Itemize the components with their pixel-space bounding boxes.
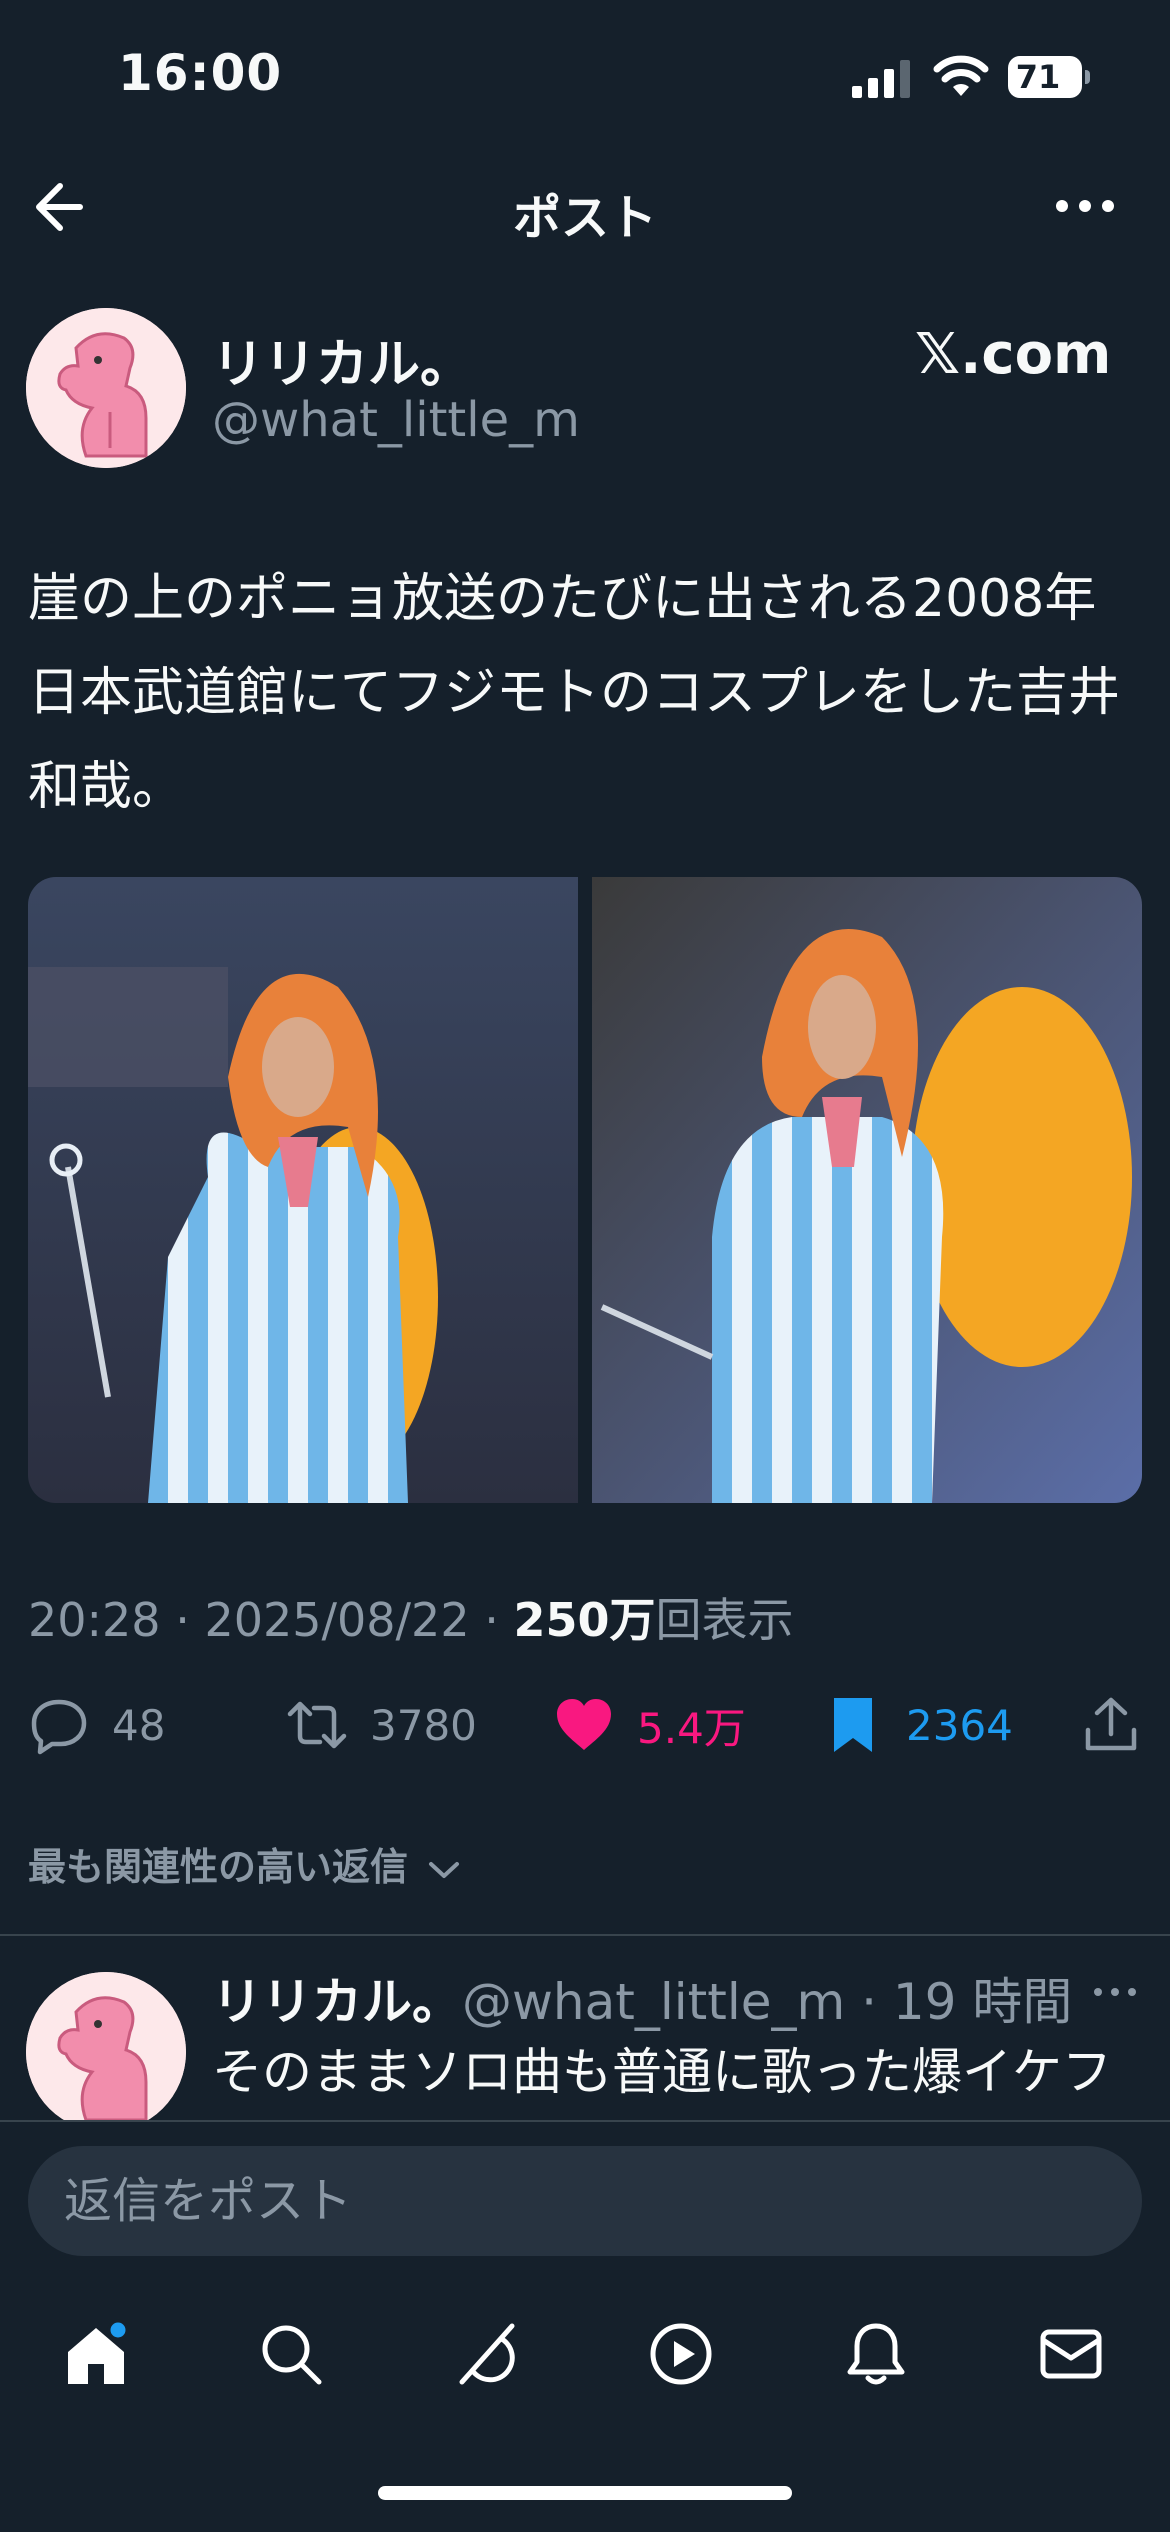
reply-button[interactable]: 48	[28, 1688, 165, 1762]
battery-indicator: 71	[1008, 56, 1090, 98]
post-text: 崖の上のポニョ放送のたびに出される2008年日本武道館にてフジモトのコスプレをし…	[28, 569, 1121, 817]
bookmark-filled-icon	[834, 1698, 872, 1752]
author-handle[interactable]: @what_little_m	[212, 392, 580, 448]
more-options-icon[interactable]	[1050, 178, 1120, 234]
post-image-1[interactable]	[28, 877, 578, 1503]
repost-icon	[287, 1701, 347, 1749]
reply-author-handle[interactable]: @what_little_m	[462, 1973, 845, 2031]
author-avatar[interactable]	[26, 308, 186, 468]
bell-icon[interactable]	[840, 2318, 912, 2390]
share-icon	[1085, 1697, 1137, 1751]
reply-text: そのままソロ曲も普通に歌った爆イケフジモト	[212, 2043, 1112, 2101]
views-count: 250万	[513, 1593, 656, 1647]
post-time[interactable]: 20:28	[28, 1593, 161, 1647]
reply-time: 19 時間	[892, 1973, 1073, 2031]
like-count: 5.4万	[637, 1703, 746, 1753]
reply-sort-dropdown[interactable]: 最も関連性の高い返信	[28, 1836, 461, 1891]
heart-filled-icon	[557, 1699, 611, 1750]
reply-input[interactable]	[28, 2146, 1142, 2256]
post-image-2[interactable]	[592, 877, 1142, 1503]
reply-count: 48	[112, 1700, 166, 1750]
video-play-icon[interactable]	[645, 2318, 717, 2390]
divider	[0, 1934, 1170, 1936]
home-icon[interactable]	[60, 2318, 132, 2390]
search-icon[interactable]	[255, 2318, 327, 2390]
home-indicator[interactable]	[378, 2486, 792, 2500]
bookmark-button[interactable]: 2364	[822, 1688, 1013, 1762]
reply-more-options-icon[interactable]	[1090, 1972, 1140, 2012]
reply-author-line: リリカル。@what_little_m · 19 時間	[212, 1973, 1073, 2031]
reply-author-avatar[interactable]	[26, 1972, 186, 2132]
battery-level: 71	[1015, 58, 1061, 96]
source-watermark: 𝕏.com	[915, 322, 1112, 387]
reply-icon	[31, 1699, 87, 1755]
chevron-down-icon	[429, 1861, 460, 1878]
cellular-signal-icon	[852, 60, 910, 98]
repost-button[interactable]: 3780	[286, 1688, 477, 1762]
author-name[interactable]: リリカル。	[212, 322, 472, 397]
repost-count: 3780	[370, 1700, 477, 1750]
post-date[interactable]: 2025/08/22	[204, 1593, 469, 1647]
wifi-icon	[933, 55, 989, 96]
reply-author-name[interactable]: リリカル。	[212, 1973, 462, 2031]
mail-icon[interactable]	[1035, 2318, 1107, 2390]
like-button[interactable]: 5.4万	[553, 1688, 746, 1762]
reply-sort-label: 最も関連性の高い返信	[28, 1845, 409, 1889]
bookmark-count: 2364	[906, 1700, 1013, 1750]
views-label: 回表示	[655, 1593, 794, 1647]
share-button[interactable]	[1080, 1688, 1164, 1762]
grok-icon[interactable]	[450, 2318, 522, 2390]
page-title: ポスト	[512, 190, 657, 246]
status-time: 16:00	[118, 44, 283, 102]
post-meta: 20:28 · 2025/08/22 · 250万回表示	[28, 1593, 794, 1647]
